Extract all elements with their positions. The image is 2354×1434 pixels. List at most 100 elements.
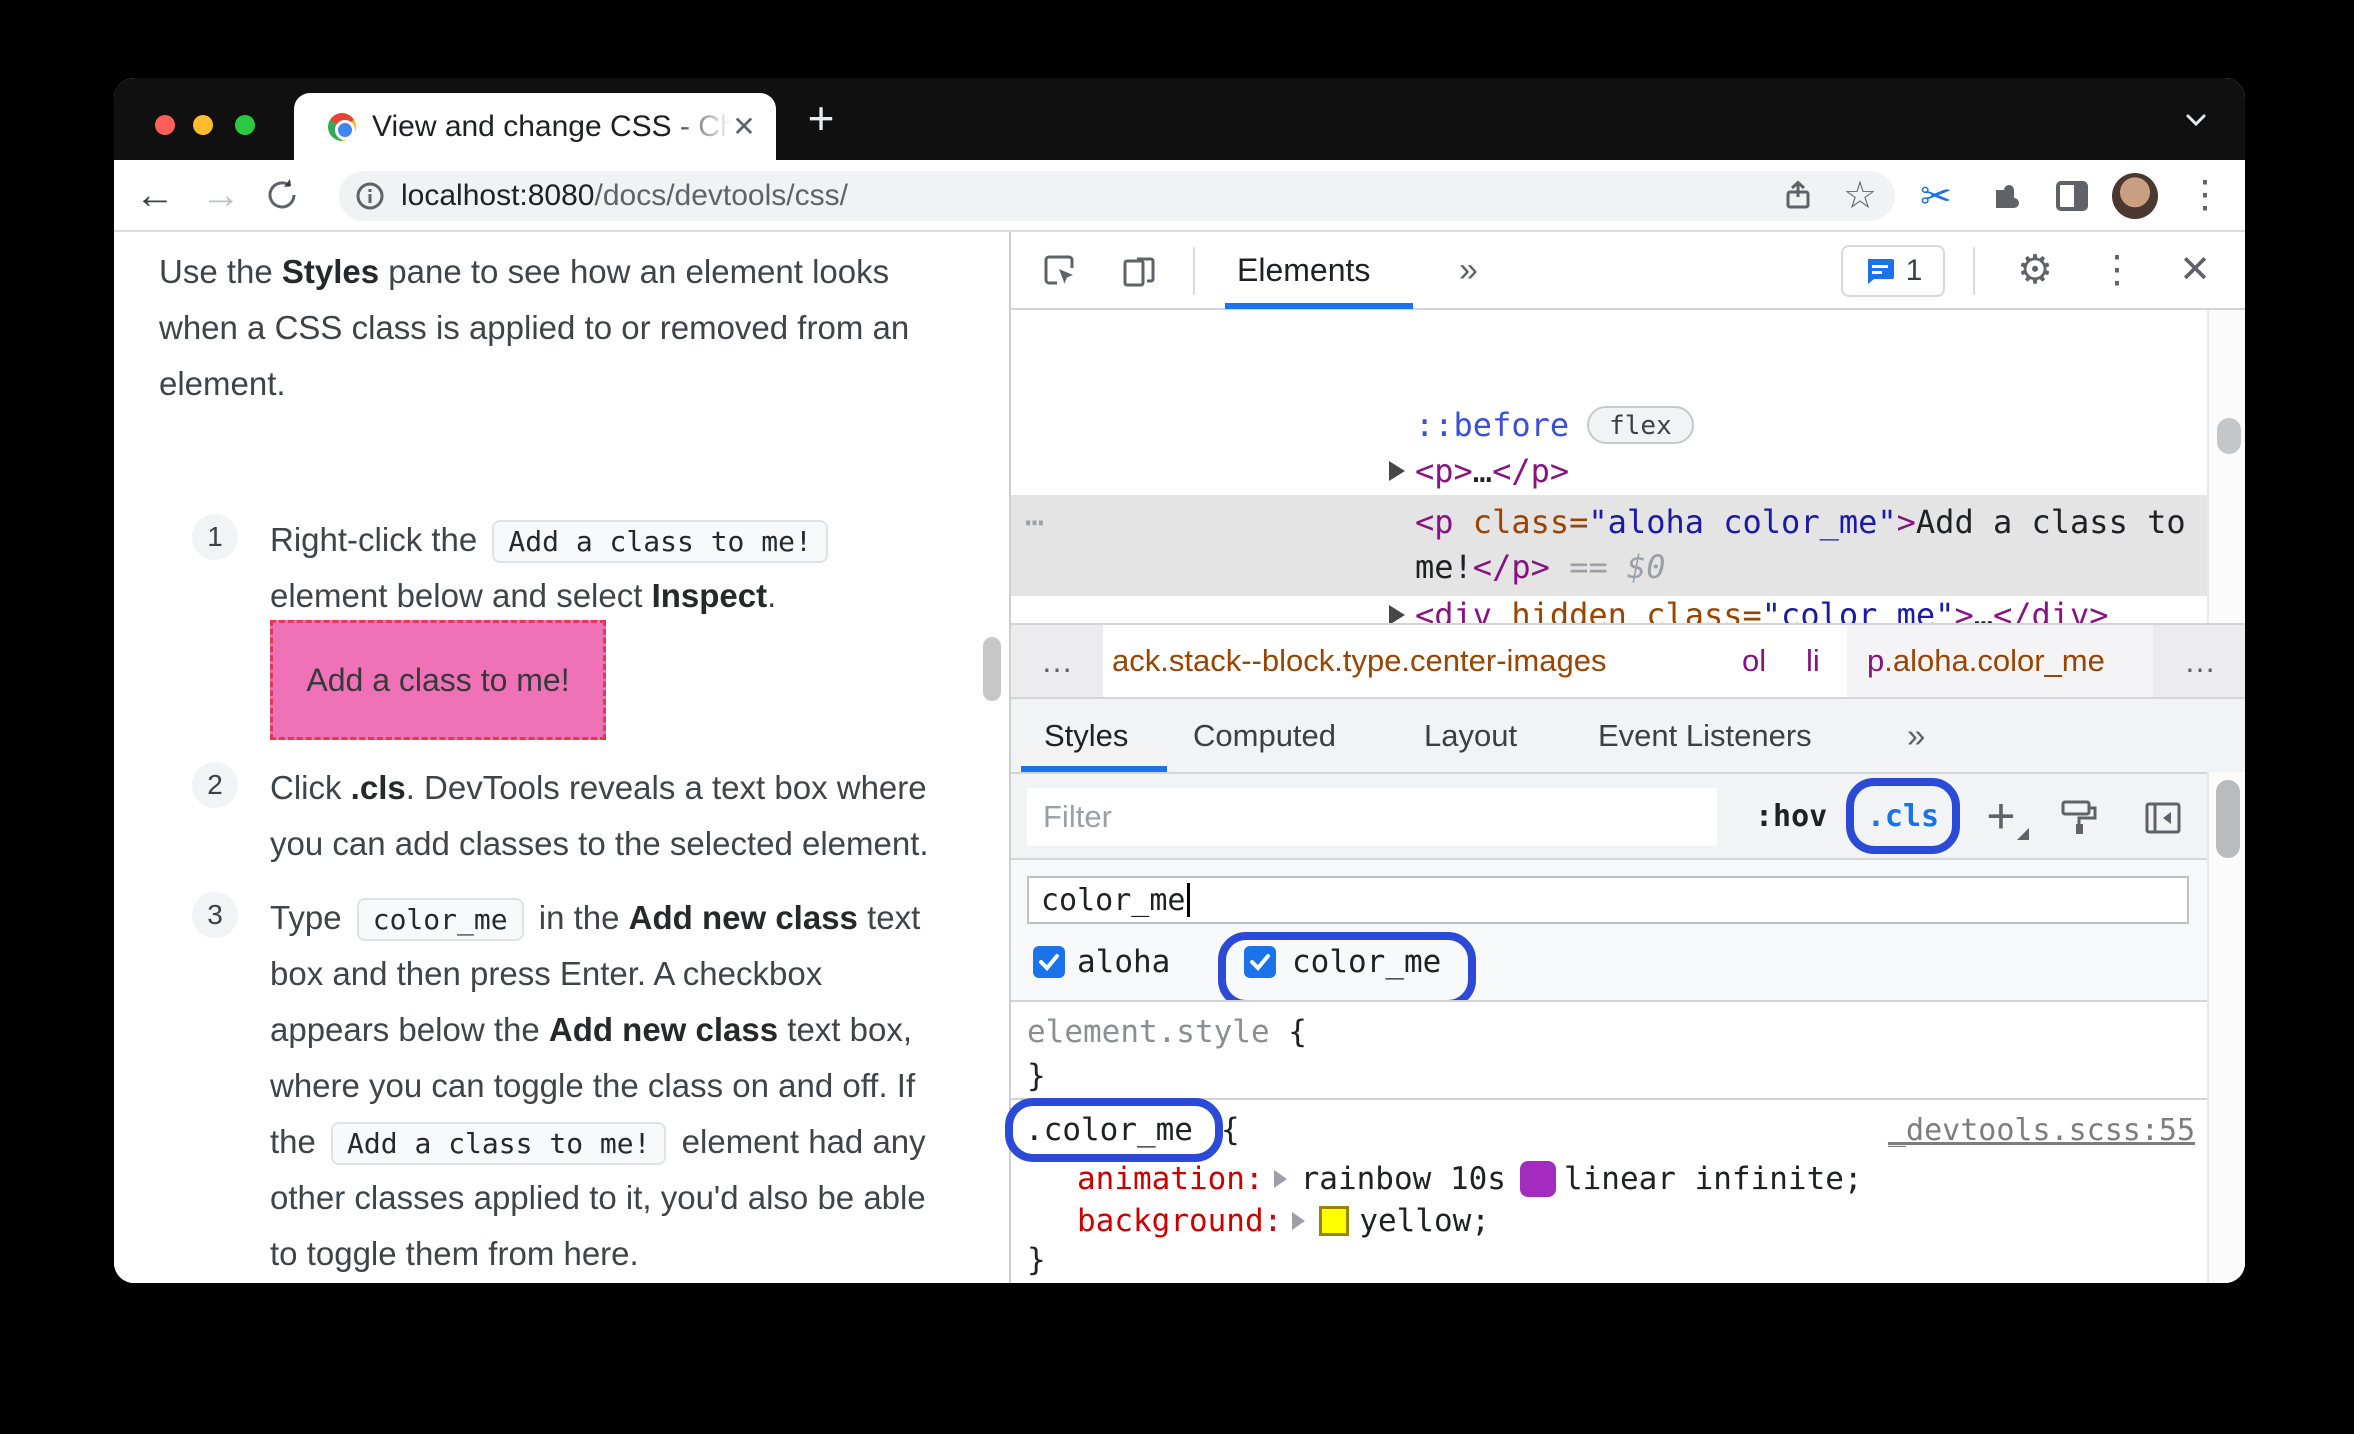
tab-computed[interactable]: Computed <box>1193 699 1336 772</box>
css-property-animation[interactable]: animation: rainbow 10s linear infinite; <box>1077 1158 1863 1263</box>
styles-scrollbar-thumb[interactable] <box>2216 780 2240 858</box>
text-segment: <p <box>1415 503 1473 541</box>
text-segment: element below and select <box>270 577 652 614</box>
reload-button[interactable] <box>262 175 308 221</box>
more-tabs-icon[interactable]: » <box>1907 699 1925 772</box>
browser-window: View and change CSS - Chrome ✕ + ← → loc… <box>114 78 2245 1283</box>
address-bar[interactable]: localhost:8080/docs/devtools/css/ ☆ <box>339 171 1895 221</box>
text-segment: > <box>1896 503 1916 541</box>
tab-strip: View and change CSS - Chrome ✕ + <box>114 78 2245 160</box>
more-panels-icon[interactable]: » <box>1459 232 1478 308</box>
sidebar-toggle-icon[interactable] <box>2141 796 2185 840</box>
devtools-close-icon[interactable]: ✕ <box>2171 232 2219 308</box>
inspect-element-icon[interactable] <box>1039 251 1079 291</box>
color-swatch-yellow[interactable] <box>1319 1206 1350 1236</box>
message-bubble-icon <box>1867 259 1894 284</box>
expand-arrow-icon[interactable] <box>1389 605 1405 625</box>
text-line: element below and select Inspect. <box>270 568 834 624</box>
dom-scrollbar-thumb[interactable] <box>2217 418 2241 454</box>
crumb-ol[interactable]: ol <box>1742 625 1766 697</box>
dom-node-selected-line-2[interactable]: me!</p> == $0 <box>1415 545 1665 589</box>
minimize-window-button[interactable] <box>193 115 213 135</box>
back-button[interactable]: ← <box>132 172 178 218</box>
checkbox-color-me[interactable] <box>1244 946 1276 978</box>
step-number: 2 <box>192 762 238 808</box>
text-line: when a CSS class is applied to or remove… <box>159 300 909 356</box>
bookmark-star-icon[interactable]: ☆ <box>1843 173 1877 218</box>
text-segment: Add a class to me! <box>492 520 828 563</box>
text-segment: ::before <box>1415 406 1570 444</box>
element-style-selector[interactable]: element.style { <box>1027 1010 1307 1054</box>
url-text[interactable]: localhost:8080/docs/devtools/css/ <box>401 171 848 221</box>
bezier-editor-icon[interactable] <box>1519 1161 1556 1263</box>
new-style-rule-button[interactable]: + <box>1977 791 2029 842</box>
tab-close-icon[interactable]: ✕ <box>726 109 762 145</box>
profile-avatar[interactable] <box>2112 173 2158 219</box>
tab-layout[interactable]: Layout <box>1424 699 1517 772</box>
site-info-icon[interactable] <box>355 181 385 211</box>
add-new-class-input[interactable]: color_me <box>1027 876 2189 924</box>
expand-value-icon[interactable] <box>1292 1212 1306 1230</box>
forward-button[interactable]: → <box>198 172 244 218</box>
checkbox-aloha[interactable] <box>1033 946 1065 978</box>
text-segment: the <box>270 1123 326 1160</box>
css-property-background[interactable]: background: yellow; <box>1077 1200 1490 1242</box>
zoom-window-button[interactable] <box>235 115 255 135</box>
expand-value-icon[interactable] <box>1273 1170 1287 1188</box>
text-segment: text box, <box>778 1011 913 1048</box>
devtools-menu-icon[interactable]: ⋮ <box>2097 232 2137 308</box>
text-segment: == <box>1549 548 1627 586</box>
styles-tab-bar: Styles Computed Layout Event Listeners » <box>1011 697 2245 772</box>
text-line: appears below the Add new class text box… <box>270 1002 926 1058</box>
text-segment: other classes applied to it, you'd also … <box>270 1179 926 1216</box>
tab-styles[interactable]: Styles <box>1044 699 1128 772</box>
text-line: element. <box>159 356 909 412</box>
share-icon[interactable] <box>1781 179 1815 213</box>
crumb-selected[interactable]: p.aloha.color_me <box>1847 625 2153 697</box>
text-segment: Add a class to me! <box>331 1122 667 1165</box>
page-scrollbar-thumb[interactable] <box>983 637 1001 701</box>
styles-toolbar: :hov .cls + <box>1011 772 2245 858</box>
text-segment: to toggle them from here. <box>270 1235 639 1272</box>
rule-selector[interactable]: .color_me{ <box>1025 1108 1240 1152</box>
toggle-classes-button[interactable]: .cls <box>1846 778 1960 854</box>
expand-arrow-icon[interactable] <box>1389 461 1405 481</box>
stylesheet-source-link[interactable]: _devtools.scss:55 <box>1888 1108 2195 1154</box>
dom-node-p-collapsed[interactable]: <p>…</p> <box>1415 449 1569 493</box>
browser-tab[interactable]: View and change CSS - Chrome ✕ <box>294 93 776 160</box>
new-tab-button[interactable]: + <box>798 92 844 144</box>
text-line: you can add classes to the selected elem… <box>270 816 929 872</box>
crumb-li[interactable]: li <box>1806 625 1820 697</box>
close-window-button[interactable] <box>155 115 175 135</box>
styles-filter-input[interactable] <box>1027 788 1717 846</box>
device-toolbar-icon[interactable] <box>1119 251 1159 291</box>
settings-gear-icon[interactable]: ⚙ <box>2005 232 2065 308</box>
scissors-extension-icon[interactable]: ✂ <box>1920 174 1952 219</box>
crumbs-overflow-left[interactable]: … <box>1011 625 1103 697</box>
console-messages-badge[interactable]: 1 <box>1841 245 1945 297</box>
crumb-stack-block[interactable]: ack.stack--block.type.center-images <box>1112 625 1606 697</box>
tab-elements[interactable]: Elements <box>1237 232 1370 308</box>
chevron-down-icon[interactable] <box>2176 104 2216 136</box>
dom-node-selected-line-1[interactable]: <p class="aloha color_me">Add a class to <box>1415 500 2186 544</box>
text-line: other classes applied to it, you'd also … <box>270 1170 926 1226</box>
tab-event-listeners[interactable]: Event Listeners <box>1598 699 1812 772</box>
browser-menu-icon[interactable]: ⋮ <box>2186 172 2224 217</box>
checkbox-label-aloha[interactable]: aloha <box>1077 942 1170 982</box>
text-segment: .aloha.color_me <box>1884 643 2105 678</box>
dom-node-before[interactable]: ::before flex <box>1415 403 1694 447</box>
toggle-hover-state-button[interactable]: :hov <box>1755 774 1827 860</box>
text-segment: Add new class <box>628 899 858 936</box>
side-panel-icon[interactable] <box>2052 176 2092 216</box>
paint-roller-icon[interactable] <box>2057 796 2101 840</box>
extensions-puzzle-icon[interactable] <box>1984 176 2026 218</box>
crumbs-overflow-right[interactable]: … <box>2153 625 2245 697</box>
flex-badge[interactable]: flex <box>1587 406 1694 444</box>
text-line: to toggle them from here. <box>270 1226 926 1282</box>
demo-element[interactable]: Add a class to me! <box>270 620 606 740</box>
dom-scrollbar-gutter <box>2207 310 2245 623</box>
checkbox-label-color-me[interactable]: color_me <box>1292 942 1441 982</box>
node-options-ellipsis[interactable]: ⋯ <box>1025 500 1044 544</box>
text-segment: me! <box>1415 548 1473 586</box>
text-segment: Add a class to <box>1915 503 2186 541</box>
